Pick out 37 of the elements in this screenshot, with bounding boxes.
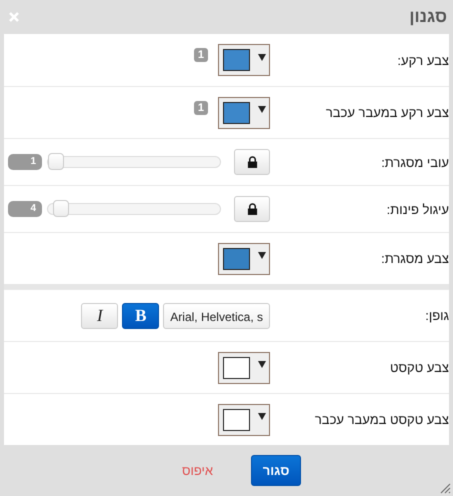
lock-icon	[246, 203, 258, 215]
reset-link[interactable]: איפוס	[182, 463, 214, 478]
color-picker[interactable]	[218, 242, 270, 274]
caret-icon	[258, 106, 266, 113]
field-label: צבע מסגרת:	[380, 251, 449, 266]
lock-button[interactable]	[234, 149, 270, 175]
slider-thumb[interactable]	[52, 200, 69, 217]
field-label: צבע טקסט	[389, 360, 449, 375]
value-badge: 1	[8, 154, 42, 170]
dialog-title: סגנון	[409, 7, 447, 27]
lock-icon	[246, 156, 258, 168]
caret-icon	[258, 413, 266, 420]
font-select[interactable]: Arial, Helvetica, s	[163, 302, 270, 328]
slider-track[interactable]	[47, 203, 221, 215]
color-picker[interactable]	[218, 96, 270, 128]
bold-button[interactable]: B	[122, 302, 160, 328]
count-badge: 1	[194, 48, 208, 62]
slider-track[interactable]	[47, 156, 221, 168]
color-picker[interactable]	[218, 44, 270, 76]
field-label: צבע רקע במעבר עכבר	[324, 105, 449, 120]
count-badge: 1	[194, 100, 208, 114]
lock-button[interactable]	[234, 196, 270, 222]
value-badge: 4	[8, 201, 42, 217]
field-label: צבע רקע:	[396, 52, 449, 68]
resize-grip-icon[interactable]	[439, 482, 451, 494]
field-label: עובי מסגרת:	[380, 154, 449, 170]
field-label: גופן:	[424, 308, 449, 323]
color-picker[interactable]	[218, 352, 270, 384]
caret-icon	[258, 54, 266, 60]
italic-button[interactable]: I	[81, 302, 118, 328]
field-label: עיגול פינות:	[386, 202, 449, 216]
caret-icon	[258, 252, 266, 259]
color-picker[interactable]	[218, 404, 270, 436]
field-label: צבע טקסט במעבר עכבר	[314, 412, 449, 427]
caret-icon	[258, 361, 266, 368]
close-button[interactable]: סגור	[251, 455, 302, 486]
slider-thumb[interactable]	[48, 153, 64, 170]
